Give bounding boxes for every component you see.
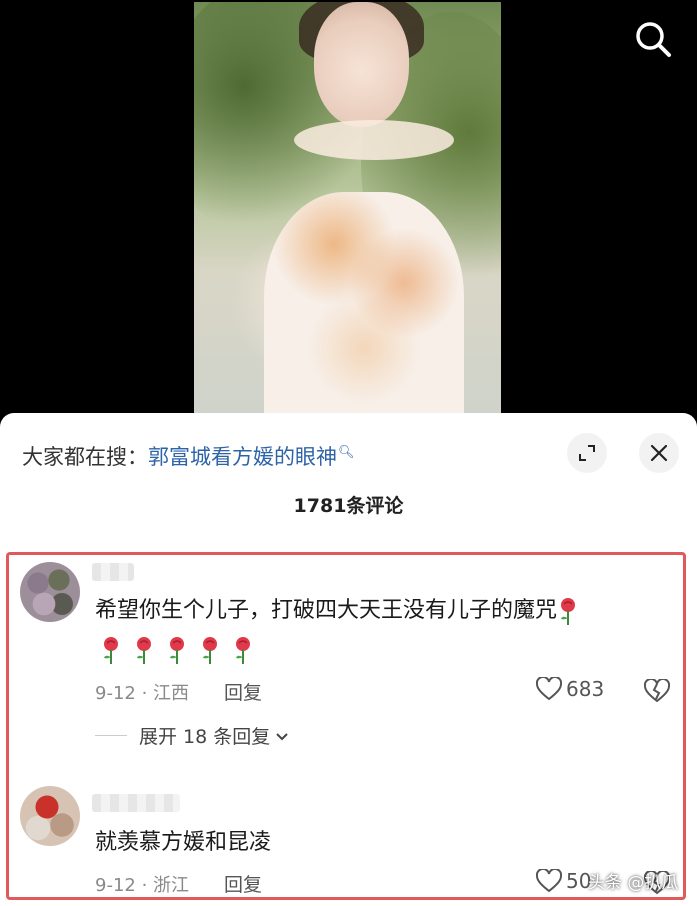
username-blurred[interactable]: [92, 794, 180, 812]
chevron-down-icon: [276, 732, 288, 740]
rose-emoji-icon: [236, 637, 250, 664]
suggested-search-link[interactable]: 郭富城看方媛的眼神: [148, 445, 337, 469]
expand-icon: [579, 445, 595, 461]
search-icon: [636, 22, 671, 57]
search-mini-icon: 🔍︎: [338, 445, 355, 460]
comment-text: 希望你生个儿子，打破四大天王没有儿子的魔咒: [95, 596, 579, 626]
comment-text: 就羡慕方媛和昆凌: [95, 830, 272, 855]
like-count: 683: [566, 677, 605, 701]
close-button[interactable]: [639, 433, 679, 473]
broken-heart-icon: [643, 677, 671, 703]
suggested-search[interactable]: 大家都在搜：郭富城看方媛的眼神🔍︎: [22, 439, 355, 469]
username-blurred[interactable]: [92, 563, 134, 581]
rose-emoji-icon: [104, 637, 118, 664]
search-button[interactable]: [632, 18, 674, 60]
close-icon: [650, 444, 668, 462]
dislike-button[interactable]: [643, 677, 671, 707]
suggested-search-prefix: 大家都在搜：: [22, 445, 148, 469]
watermark: 头条 @扒瓜: [588, 873, 679, 893]
expand-replies-label: 展开 18 条回复: [139, 726, 271, 748]
reply-button[interactable]: 回复: [224, 870, 262, 897]
rose-emoji-icon: [203, 637, 217, 664]
rose-emoji-icon: [137, 637, 151, 664]
rose-emoji-icon: [170, 637, 184, 664]
comment-count: 1781条评论: [293, 495, 404, 517]
expand-replies-button[interactable]: 展开 18 条回复: [95, 722, 290, 749]
comment-sheet: 大家都在搜：郭富城看方媛的眼神🔍︎ 1781条评论 希望你生个儿子，打破四大天王…: [0, 413, 697, 906]
heart-icon: [536, 869, 562, 893]
like-button[interactable]: 50: [536, 869, 591, 893]
video-area: [0, 0, 697, 430]
divider-line: [95, 735, 127, 736]
avatar[interactable]: [20, 786, 80, 846]
heart-icon: [536, 677, 562, 701]
comment-text-body: 希望你生个儿子，打破四大天王没有儿子的魔咒: [95, 598, 558, 623]
avatar[interactable]: [20, 562, 80, 622]
rose-emoji-icon: [561, 598, 576, 625]
rose-emoji-row: [100, 635, 265, 671]
reply-button[interactable]: 回复: [224, 678, 262, 705]
expand-button[interactable]: [567, 433, 607, 473]
comment-meta: 9-12 · 浙江: [95, 875, 190, 896]
video-player[interactable]: [194, 2, 501, 420]
comment-meta: 9-12 · 江西: [95, 683, 190, 704]
like-button[interactable]: 683: [536, 677, 604, 701]
